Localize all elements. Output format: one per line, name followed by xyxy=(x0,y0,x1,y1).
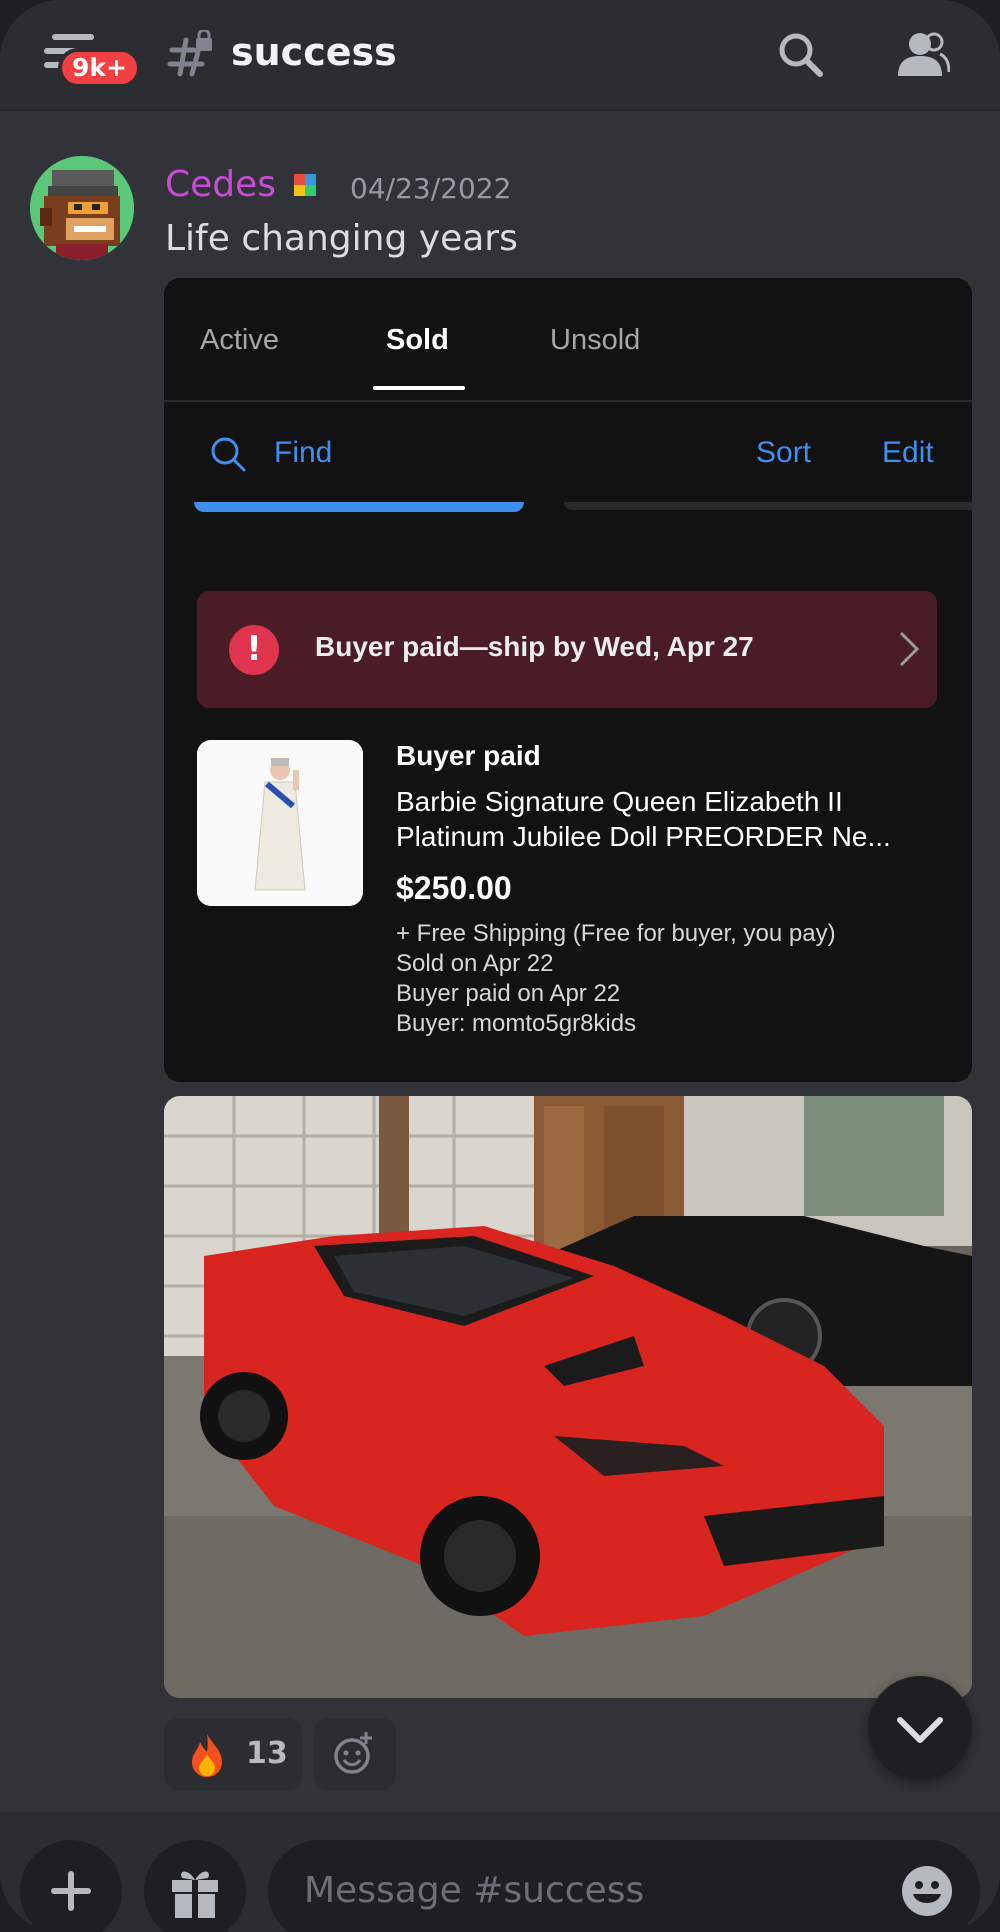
emoji-picker-icon[interactable] xyxy=(900,1864,954,1918)
filter-chip xyxy=(564,502,972,510)
reaction-count: 13 xyxy=(246,1736,288,1771)
sort-label: Sort xyxy=(756,436,812,469)
message-composer: Message #success xyxy=(0,1812,1000,1932)
item-paid-date: Buyer paid on Apr 22 xyxy=(396,980,621,1007)
item-buyer: Buyer: momto5gr8kids xyxy=(396,1010,637,1037)
item-shipping: + Free Shipping (Free for buyer, you pay… xyxy=(396,920,836,947)
channel-header: 9k+ success xyxy=(0,0,1000,111)
add-attachment-button[interactable] xyxy=(20,1840,122,1932)
image-attachment-car-photo[interactable] xyxy=(164,1096,972,1698)
item-sold-date: Sold on Apr 22 xyxy=(396,950,554,977)
item-price: $250.00 xyxy=(396,870,512,906)
message-input[interactable]: Message #success xyxy=(268,1840,980,1932)
role-icon xyxy=(294,174,316,196)
locked-channel-icon xyxy=(167,30,212,77)
add-reaction-button[interactable] xyxy=(314,1718,396,1790)
tab-sold: Sold xyxy=(386,324,449,356)
channel-name: success xyxy=(231,30,397,74)
chevron-down-icon xyxy=(897,1717,943,1743)
alert-text: Buyer paid—ship by Wed, Apr 27 xyxy=(315,631,754,662)
members-icon[interactable] xyxy=(896,30,950,78)
search-icon[interactable] xyxy=(776,30,824,78)
search-icon xyxy=(211,437,246,472)
find-label: Find xyxy=(274,436,333,469)
gift-icon xyxy=(172,1871,218,1918)
item-title-line-2: Platinum Jubilee Doll PREORDER Ne... xyxy=(396,821,891,852)
alert-icon: ! xyxy=(229,625,279,675)
message-text: Life changing years xyxy=(165,218,518,259)
find-bar: Find Sort Edit xyxy=(164,404,972,504)
chevron-right-icon xyxy=(899,631,920,667)
notification-badge: 9k+ xyxy=(58,48,141,88)
item-thumbnail xyxy=(197,740,363,906)
tab-active: Active xyxy=(200,324,279,356)
fire-icon xyxy=(192,1734,222,1777)
item-title: Barbie Signature Queen Elizabeth II Plat… xyxy=(396,784,956,854)
doll-image xyxy=(197,740,363,906)
user-avatar[interactable] xyxy=(30,156,134,260)
ship-alert-banner: ! Buyer paid—ship by Wed, Apr 27 xyxy=(197,591,937,708)
red-sports-car-image xyxy=(164,1096,972,1698)
ape-avatar-icon xyxy=(30,156,134,260)
gift-button[interactable] xyxy=(144,1840,246,1932)
edit-label: Edit xyxy=(882,436,934,469)
username[interactable]: Cedes xyxy=(165,164,276,205)
scroll-to-bottom-button[interactable] xyxy=(868,1676,972,1780)
reaction-fire[interactable]: 13 xyxy=(164,1718,302,1790)
tab-underline xyxy=(373,386,465,390)
item-title-line-1: Barbie Signature Queen Elizabeth II xyxy=(396,786,843,817)
app-screen: 9k+ success Cedes 04/23/2022 Life changi… xyxy=(0,0,1000,1932)
image-attachment-ebay-screenshot[interactable]: Active Sold Unsold Find Sort Edit ! Buye… xyxy=(164,278,972,1082)
message-timestamp: 04/23/2022 xyxy=(350,172,512,205)
listing-tabs: Active Sold Unsold xyxy=(164,278,972,402)
item-status: Buyer paid xyxy=(396,740,541,771)
plus-icon xyxy=(51,1871,91,1911)
tab-unsold: Unsold xyxy=(550,324,641,356)
message-input-placeholder: Message #success xyxy=(304,1870,645,1911)
add-reaction-icon xyxy=(334,1732,372,1774)
filter-chip-selected xyxy=(194,502,524,512)
